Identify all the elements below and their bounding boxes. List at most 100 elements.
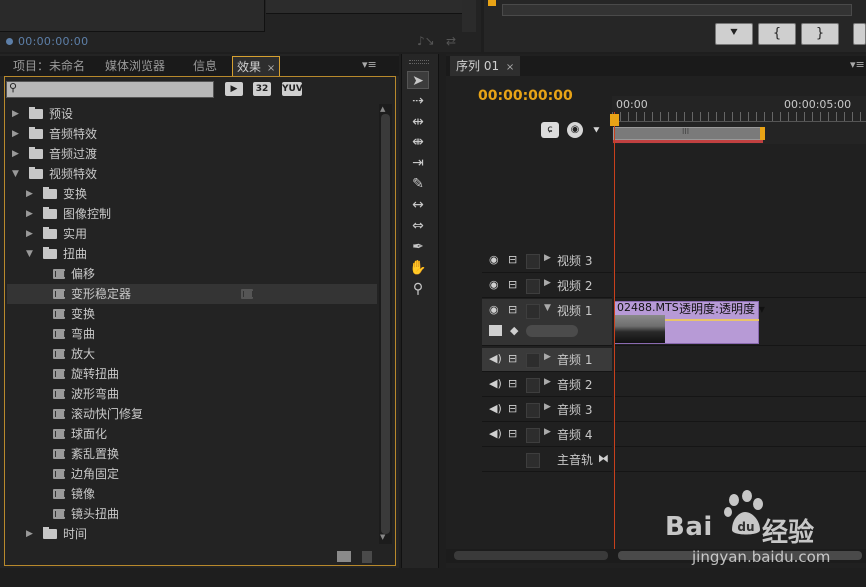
more-transport-button[interactable] xyxy=(853,23,866,45)
folder-item[interactable]: ▶ 时间 xyxy=(7,524,377,544)
speaker-icon[interactable]: ◀) xyxy=(489,352,502,365)
chevron-right-icon[interactable]: ▶ xyxy=(544,278,551,288)
work-area-end-handle[interactable] xyxy=(760,127,765,140)
track-lock-icon[interactable] xyxy=(526,403,540,418)
mark-in-button[interactable]: { xyxy=(758,23,796,45)
chevron-right-icon[interactable]: ▶ xyxy=(544,402,551,412)
close-icon[interactable]: × xyxy=(506,62,514,73)
pen-tool-icon[interactable]: ✒ xyxy=(407,238,429,256)
track-lane[interactable] xyxy=(614,448,866,472)
track-header-video[interactable]: ◉ ⊟ ▶ 视频 3 xyxy=(482,249,612,273)
folder-item[interactable]: ▶ 预设 xyxy=(7,104,377,124)
effect-item[interactable]: 弯曲 xyxy=(7,324,377,344)
tab-info[interactable]: 信息 xyxy=(183,56,227,76)
eye-icon[interactable]: ◉ xyxy=(489,253,499,266)
effects-search-input[interactable] xyxy=(6,81,214,98)
chevron-right-icon[interactable]: ▶ xyxy=(26,224,33,244)
effect-item[interactable]: 偏移 xyxy=(7,264,377,284)
track-lock-icon[interactable] xyxy=(526,353,540,368)
effect-item[interactable]: 镜像 xyxy=(7,484,377,504)
hand-tool-icon[interactable]: ✋ xyxy=(407,259,429,277)
chevron-right-icon[interactable]: ▶ xyxy=(544,253,551,263)
sync-lock-icon[interactable]: ⊟ xyxy=(508,352,517,365)
track-lane[interactable] xyxy=(614,249,866,273)
zoom-tool-icon[interactable]: ⚲ xyxy=(407,280,429,298)
panel-menu-icon[interactable]: ▾≡ xyxy=(850,58,865,71)
export-icon[interactable]: ♪↘ xyxy=(417,34,435,48)
scroll-down-icon[interactable]: ▼ xyxy=(380,533,385,541)
track-lock-icon[interactable] xyxy=(526,453,540,468)
accelerated-effects-icon[interactable]: ▶ xyxy=(225,82,243,96)
track-header-audio[interactable]: ◀) ⊟ ▶ 音频 1 xyxy=(482,348,612,372)
speaker-icon[interactable]: ◀) xyxy=(489,377,502,390)
selection-tool-icon[interactable]: ➤ xyxy=(407,71,429,89)
track-lane[interactable] xyxy=(614,423,866,447)
marker-icon[interactable]: ⯆ xyxy=(592,124,601,138)
folder-item[interactable]: ▼ 扭曲 xyxy=(7,244,377,264)
32bit-effects-icon[interactable]: 32 xyxy=(253,82,271,96)
tab-sequence-01[interactable]: 序列 01 × xyxy=(450,56,521,76)
chevron-right-icon[interactable]: ▶ xyxy=(12,124,19,144)
sync-lock-icon[interactable]: ⊟ xyxy=(508,278,517,291)
settings-icon[interactable]: ⇄ xyxy=(446,34,456,48)
chevron-right-icon[interactable]: ▶ xyxy=(12,104,19,124)
rolling-edit-tool-icon[interactable]: ⇼ xyxy=(407,133,429,151)
chevron-right-icon[interactable]: ▶ xyxy=(544,427,551,437)
effect-item[interactable]: 放大 xyxy=(7,344,377,364)
folder-item[interactable]: ▼ 视频特效 xyxy=(7,164,377,184)
sync-lock-icon[interactable]: ⊟ xyxy=(508,402,517,415)
slip-tool-icon[interactable]: ↔ xyxy=(407,196,429,214)
chevron-down-icon[interactable]: ▼ xyxy=(544,303,551,313)
effect-item[interactable]: 滚动快门修复 xyxy=(7,404,377,424)
keyframe-navigator[interactable] xyxy=(526,325,578,337)
sync-lock-icon[interactable]: ⊟ xyxy=(508,253,517,266)
track-header-audio[interactable]: ◀) ⊟ ▶ 音频 4 xyxy=(482,423,612,447)
effects-scroll-thumb[interactable] xyxy=(381,114,390,534)
playhead-icon[interactable] xyxy=(610,114,619,126)
chevron-right-icon[interactable]: ▶ xyxy=(544,352,551,362)
razor-tool-icon[interactable]: ✎ xyxy=(407,175,429,193)
track-lane[interactable] xyxy=(614,398,866,422)
add-marker-button[interactable]: ⯆ xyxy=(715,23,753,45)
mark-out-button[interactable]: } xyxy=(801,23,839,45)
yuv-effects-icon[interactable]: YUV xyxy=(282,82,303,96)
playhead-line[interactable] xyxy=(614,112,615,550)
chevron-right-icon[interactable]: ▶ xyxy=(12,144,19,164)
track-header-video[interactable]: ◉ ⊟ ▶ 视频 2 xyxy=(482,274,612,298)
ripple-edit-tool-icon[interactable]: ⇹ xyxy=(407,113,429,131)
effect-item[interactable]: 镜头扭曲 xyxy=(7,504,377,524)
speaker-icon[interactable]: ◀) xyxy=(489,402,502,415)
sync-lock-icon[interactable]: ⊟ xyxy=(508,427,517,440)
track-lane[interactable] xyxy=(614,348,866,372)
opacity-line[interactable] xyxy=(665,319,759,321)
track-header-audio[interactable]: ◀) ⊟ ▶ 音频 2 xyxy=(482,373,612,397)
folder-item[interactable]: ▶ 实用 xyxy=(7,224,377,244)
effect-item[interactable]: 变形稳定器 xyxy=(7,284,377,304)
effect-item[interactable]: 波形弯曲 xyxy=(7,384,377,404)
folder-item[interactable]: ▶ 变换 xyxy=(7,184,377,204)
tab-project[interactable]: 项目：未命名 xyxy=(3,56,95,76)
sync-lock-icon[interactable]: ⊟ xyxy=(508,377,517,390)
chevron-right-icon[interactable]: ▶ xyxy=(26,184,33,204)
eye-icon[interactable]: ◉ xyxy=(489,278,499,291)
rate-stretch-tool-icon[interactable]: ⇥ xyxy=(407,154,429,172)
eye-icon[interactable]: ◉ xyxy=(489,303,499,316)
track-lock-icon[interactable] xyxy=(526,378,540,393)
chevron-right-icon[interactable]: ▶ xyxy=(26,204,33,224)
clip-fx-dropdown[interactable]: 透明度:透明度 ▾ xyxy=(679,300,765,317)
keyframe-diamond-icon[interactable]: ◆ xyxy=(510,324,518,337)
master-track-icon[interactable]: ⧓ xyxy=(598,452,609,465)
sequence-timecode[interactable]: 00:00:00:00 xyxy=(478,88,573,104)
track-header-audio[interactable]: ◀) ⊟ ▶ 音频 3 xyxy=(482,398,612,422)
folder-item[interactable]: ▶ 图像控制 xyxy=(7,204,377,224)
track-lane[interactable] xyxy=(614,373,866,397)
slide-tool-icon[interactable]: ⇔ xyxy=(407,217,429,235)
trash-icon[interactable] xyxy=(362,551,372,563)
folder-item[interactable]: ▶ 音频特效 xyxy=(7,124,377,144)
program-timeline-strip[interactable] xyxy=(502,4,852,16)
tab-media-browser[interactable]: 媒体浏览器 xyxy=(95,56,175,76)
chevron-down-icon[interactable]: ▼ xyxy=(12,164,19,184)
scroll-up-icon[interactable]: ▲ xyxy=(380,105,385,113)
effect-item[interactable]: 球面化 xyxy=(7,424,377,444)
work-area-bar[interactable]: III xyxy=(613,127,763,140)
